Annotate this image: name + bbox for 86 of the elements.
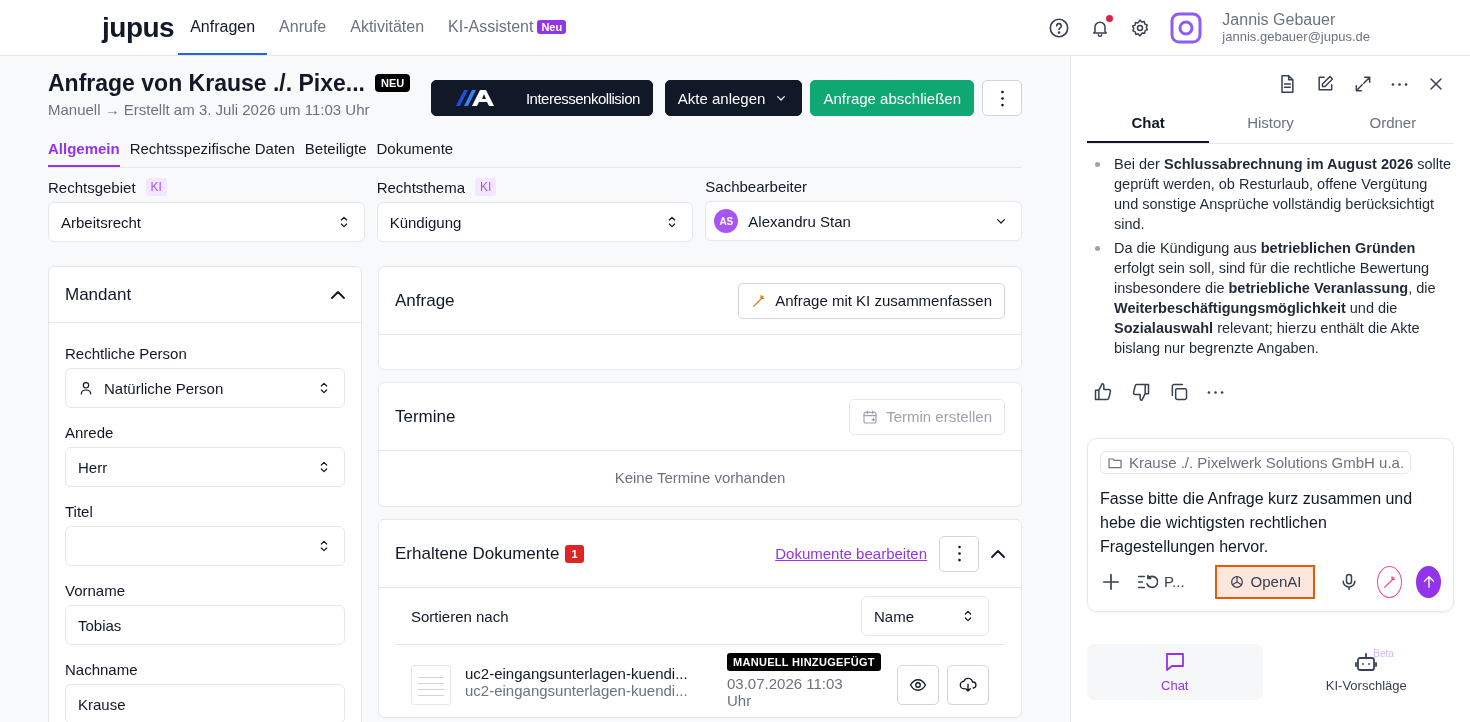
more-horizontal-icon	[1391, 82, 1408, 86]
section-tab[interactable]: Rechtsspezifische Daten	[129, 140, 295, 167]
preview-button[interactable]	[897, 665, 939, 705]
count-badge: 1	[565, 544, 584, 563]
ai-tag: KI	[475, 178, 497, 196]
field-label: Sachbearbeiter	[705, 178, 808, 195]
avatar-initials: AS	[714, 209, 739, 233]
magic-button[interactable]	[1377, 565, 1403, 598]
beta-label: Beta	[1373, 647, 1394, 659]
field-label: Anrede	[65, 424, 114, 441]
document-thumbnail	[411, 665, 451, 705]
panel-tab[interactable]: Ordner	[1331, 104, 1454, 143]
field-label: Titel	[65, 503, 93, 520]
message-input[interactable]: Fasse bitte die Anfrage kurz zusammen und hebe die wichtigsten rechtlichen Fragestellungen hervor.	[1100, 486, 1441, 559]
ai-tag: KI	[145, 178, 167, 196]
sort-select[interactable]: Name	[861, 596, 989, 636]
download-button[interactable]	[947, 665, 989, 705]
edit-icon	[1315, 74, 1335, 94]
select-field[interactable]	[65, 526, 345, 566]
eye-icon	[909, 676, 927, 694]
page-title: Anfrage von Krause ./. Pixe...	[48, 70, 365, 97]
settings-icon	[1130, 17, 1151, 38]
more-vertical-icon	[957, 545, 961, 562]
user-email: jannis.gebauer@jupus.de	[1222, 29, 1370, 44]
section-tab[interactable]: Dokumente	[376, 140, 454, 167]
thumbs-down-icon	[1131, 382, 1151, 402]
calendar-plus-icon	[862, 408, 879, 425]
document-date: 03.07.2026 11:03 Uhr	[727, 675, 844, 709]
nav-tab[interactable]: Aktivitäten	[338, 0, 437, 55]
chat-bullet-text: Da die Kündigung aus betrieblichen Gründen erfolgt sein soll, sind für die rechtliche Bewertung insbesondere die betriebliche Veranlassung, die Weiterbeschäftigungsmöglichkeit und die Sozialauswahl relevant; hierzu enthält die Akte bislang nur begrenzte Angaben.	[1114, 239, 1437, 358]
conflict-check-button[interactable]: Interessenkollision	[430, 80, 653, 116]
sort-label: Sortieren nach	[411, 607, 509, 625]
chevron-up-icon	[991, 549, 1005, 558]
chat-bullet-text: Bei der Schlussabrechnung im August 2026 sollte geprüft werden, ob Resturlaub, offene Vergütung und sonstige Ansprüche vollständig berücksichtigt sind.	[1114, 155, 1453, 234]
field-label: Rechtsgebiet	[48, 178, 136, 196]
text-field[interactable]: Krause	[65, 684, 345, 722]
select-field[interactable]: Arbeitsrecht	[48, 202, 365, 242]
select-field[interactable]: Kündigung	[376, 202, 694, 242]
card-title: Erhaltene Dokumente	[395, 543, 560, 564]
chevron-up-icon	[331, 290, 345, 299]
section-tab[interactable]: Beteiligte	[304, 140, 367, 167]
document-filename: uc2-eingangsunterlagen-kuendi...	[465, 682, 689, 699]
thumbs-up-icon	[1093, 382, 1113, 402]
bottom-nav-tab[interactable]: Chat	[1087, 643, 1263, 700]
model-button[interactable]: OpenAI	[1214, 564, 1316, 599]
edit-documents-link[interactable]: Dokumente bearbeiten	[775, 545, 927, 562]
nav-tab[interactable]: KI-Assistent Neu	[436, 0, 579, 55]
document-name[interactable]: uc2-eingangsunterlagen-kuendi...	[465, 665, 701, 682]
field-label: Rechtsthema	[376, 178, 466, 196]
empty-message: Keine Termine vorhanden	[613, 468, 787, 488]
section-tab[interactable]: Allgemein	[48, 140, 120, 167]
select-field[interactable]: Natürliche Person	[65, 368, 345, 408]
magic-wand-icon	[1381, 573, 1398, 590]
new-badge: Neu	[537, 19, 567, 34]
more-vertical-icon	[1000, 89, 1004, 107]
user-name: Jannis Gebauer	[1222, 11, 1337, 29]
copy-icon	[1169, 382, 1189, 402]
avatar-icon[interactable]	[1170, 11, 1203, 44]
more-horizontal-icon	[1207, 390, 1224, 394]
logo-icon	[455, 90, 496, 106]
field-label: Rechtliche Person	[65, 345, 187, 362]
person-icon	[78, 380, 94, 396]
select-field[interactable]: AS Alexandru Stan	[705, 201, 1022, 241]
card-title: Termine	[395, 406, 456, 427]
logo[interactable]: jupus	[102, 11, 175, 44]
context-chip[interactable]: Krause ./. Pixelwerk Solutions GmbH u.a.	[1100, 451, 1412, 474]
summarize-button[interactable]: Anfrage mit KI zusammenfassen	[738, 282, 1005, 319]
field-label: Nachname	[65, 661, 138, 678]
bottom-nav-tab[interactable]: Beta KI-Vorschläge	[1278, 643, 1454, 700]
card-title: Anfrage	[395, 290, 455, 311]
card-title: Mandant	[65, 284, 132, 305]
text-field[interactable]: Tobias	[65, 605, 345, 645]
expand-icon	[1353, 74, 1373, 94]
status-badge: NEU	[375, 74, 411, 92]
nav-tab[interactable]: Anrufe	[267, 0, 339, 55]
select-field[interactable]: Herr	[65, 447, 345, 487]
create-file-button[interactable]: Akte anlegen	[664, 80, 803, 116]
prompt-button[interactable]: P...	[1136, 570, 1185, 593]
source-tag: MANUELL HINZUGEFÜGT	[727, 653, 881, 671]
cloud-download-icon	[959, 676, 977, 694]
panel-tab[interactable]: History	[1209, 104, 1332, 143]
field-label: Vorname	[65, 582, 126, 599]
help-icon	[1048, 16, 1071, 39]
send-button[interactable]	[1416, 565, 1441, 598]
page-subtitle: Manuell → Erstellt am 3. Juli 2026 um 11:03 Uhr	[48, 101, 371, 118]
panel-tab[interactable]: Chat	[1087, 104, 1210, 143]
